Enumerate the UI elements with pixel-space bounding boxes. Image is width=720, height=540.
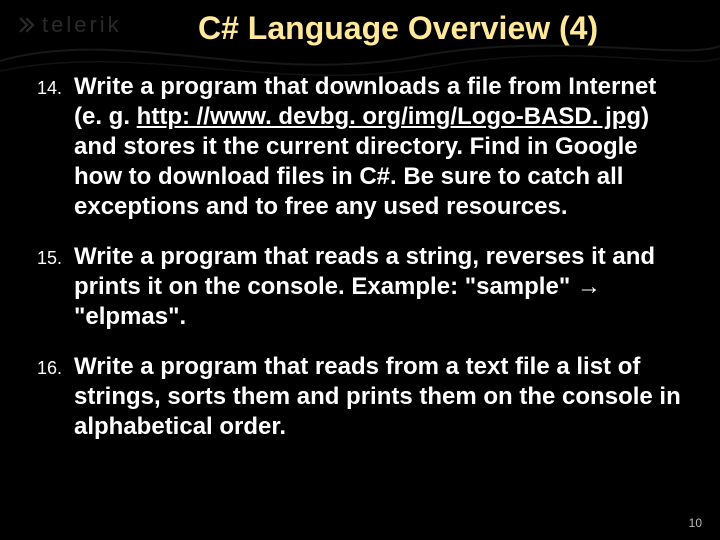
item-text: Write a program that reads from a text f… <box>74 352 690 442</box>
content-list: 14. Write a program that downloads a fil… <box>22 72 690 462</box>
brand-icon <box>18 16 36 34</box>
slide-title: C# Language Overview (4) <box>198 10 706 47</box>
page-number: 10 <box>689 516 702 530</box>
item-text: Write a program that downloads a file fr… <box>74 72 690 222</box>
example-link[interactable]: http: //www. devbg. org/img/Logo-BASD. j… <box>137 103 641 130</box>
list-item: 15. Write a program that reads a string,… <box>22 242 690 332</box>
list-item: 16. Write a program that reads from a te… <box>22 352 690 442</box>
item-number: 14. <box>22 72 74 222</box>
item-number: 16. <box>22 352 74 442</box>
list-item: 14. Write a program that downloads a fil… <box>22 72 690 222</box>
slide: telerik C# Language Overview (4) 14. Wri… <box>0 0 720 540</box>
brand-logo: telerik <box>18 12 122 38</box>
item-number: 15. <box>22 242 74 332</box>
item-text: Write a program that reads a string, rev… <box>74 242 690 332</box>
brand-text: telerik <box>42 12 122 38</box>
